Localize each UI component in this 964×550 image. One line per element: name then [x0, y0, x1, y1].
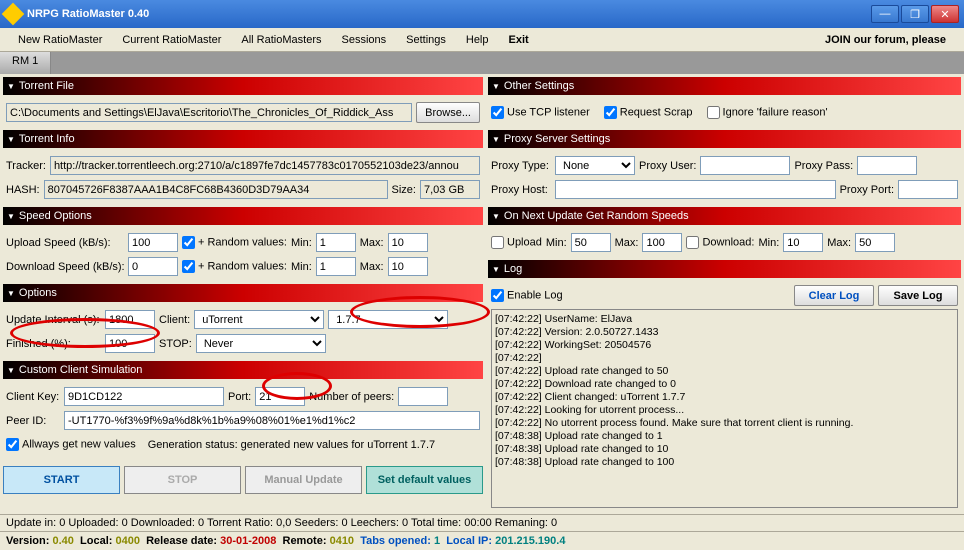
- scrap-check[interactable]: [604, 106, 617, 119]
- dnspeed-label: Download Speed (kB/s):: [6, 261, 124, 273]
- dnspeed-input[interactable]: [128, 257, 178, 276]
- minimize-button[interactable]: —: [871, 5, 899, 23]
- key-label: Client Key:: [6, 391, 60, 403]
- hdr-options[interactable]: Options: [3, 284, 483, 302]
- tracker-field: [50, 156, 480, 175]
- close-button[interactable]: ✕: [931, 5, 959, 23]
- upspeed-label: Upload Speed (kB/s):: [6, 237, 124, 249]
- finished-input[interactable]: [105, 334, 155, 353]
- rand-up-check[interactable]: [491, 236, 504, 249]
- menu-help[interactable]: Help: [456, 31, 499, 49]
- rand-dn-check[interactable]: [686, 236, 699, 249]
- proxyport-input[interactable]: [898, 180, 958, 199]
- dn-max-input[interactable]: [388, 257, 428, 276]
- titlebar: NRPG RatioMaster 0.40 — ❐ ✕: [0, 0, 964, 28]
- forum-link[interactable]: JOIN our forum, please: [815, 31, 956, 49]
- up-min-input[interactable]: [316, 233, 356, 252]
- size-label: Size:: [392, 184, 416, 196]
- stop-label: STOP:: [159, 338, 192, 350]
- menu-settings[interactable]: Settings: [396, 31, 456, 49]
- default-button[interactable]: Set default values: [366, 466, 483, 494]
- save-log-button[interactable]: Save Log: [878, 285, 958, 306]
- menu-new[interactable]: New RatioMaster: [8, 31, 112, 49]
- version-bar: Version: 0.40 Local: 0400 Release date: …: [0, 531, 964, 550]
- hdr-rand[interactable]: On Next Update Get Random Speeds: [488, 207, 961, 225]
- finished-label: Finished (%):: [6, 338, 101, 350]
- peerid-label: Peer ID:: [6, 415, 60, 427]
- peerid-input[interactable]: [64, 411, 480, 430]
- version-select[interactable]: 1.7.7: [328, 310, 448, 329]
- proxyuser-input[interactable]: [700, 156, 790, 175]
- menu-current[interactable]: Current RatioMaster: [112, 31, 231, 49]
- manual-update-button[interactable]: Manual Update: [245, 466, 362, 494]
- menubar: New RatioMaster Current RatioMaster All …: [0, 28, 964, 52]
- app-icon: [2, 3, 25, 26]
- proxypass-input[interactable]: [857, 156, 917, 175]
- tabbar: RM 1: [0, 52, 964, 74]
- port-input[interactable]: [255, 387, 305, 406]
- stop-button[interactable]: STOP: [124, 466, 241, 494]
- hdr-log[interactable]: Log: [488, 260, 961, 278]
- proxypass-label: Proxy Pass:: [794, 160, 853, 172]
- hdr-speed[interactable]: Speed Options: [3, 207, 483, 225]
- client-label: Client:: [159, 314, 190, 326]
- interval-label: Update Interval (s):: [6, 314, 101, 326]
- peers-input[interactable]: [398, 387, 448, 406]
- rand-up-min[interactable]: [571, 233, 611, 252]
- maximize-button[interactable]: ❐: [901, 5, 929, 23]
- hdr-custom[interactable]: Custom Client Simulation: [3, 361, 483, 379]
- peers-label: Number of peers:: [309, 391, 394, 403]
- port-label: Port:: [228, 391, 251, 403]
- start-button[interactable]: START: [3, 466, 120, 494]
- menu-sessions[interactable]: Sessions: [331, 31, 396, 49]
- key-input[interactable]: [64, 387, 224, 406]
- log-textarea[interactable]: [07:42:22] UserName: ElJava[07:42:22] Ve…: [491, 309, 958, 508]
- proxyhost-input[interactable]: [555, 180, 836, 199]
- rand-up-max[interactable]: [642, 233, 682, 252]
- tab-rm1[interactable]: RM 1: [0, 52, 51, 74]
- tracker-label: Tracker:: [6, 160, 46, 172]
- status-line: Update in: 0 Uploaded: 0 Downloaded: 0 T…: [0, 514, 964, 531]
- up-random-check[interactable]: [182, 236, 195, 249]
- dn-random-check[interactable]: [182, 260, 195, 273]
- hdr-torrent-info[interactable]: Torrent Info: [3, 130, 483, 148]
- rand-dn-max[interactable]: [855, 233, 895, 252]
- dn-min-input[interactable]: [316, 257, 356, 276]
- proxytype-label: Proxy Type:: [491, 160, 551, 172]
- tcp-check[interactable]: [491, 106, 504, 119]
- up-max-input[interactable]: [388, 233, 428, 252]
- hdr-proxy[interactable]: Proxy Server Settings: [488, 130, 961, 148]
- gen-status: Generation status: generated new values …: [148, 439, 435, 451]
- size-field: [420, 180, 480, 199]
- always-check[interactable]: [6, 438, 19, 451]
- proxytype-select[interactable]: None: [555, 156, 635, 175]
- proxyport-label: Proxy Port:: [840, 184, 894, 196]
- rand-dn-min[interactable]: [783, 233, 823, 252]
- browse-button[interactable]: Browse...: [416, 102, 480, 123]
- upspeed-input[interactable]: [128, 233, 178, 252]
- enable-log-check[interactable]: [491, 289, 504, 302]
- menu-all[interactable]: All RatioMasters: [231, 31, 331, 49]
- client-select[interactable]: uTorrent: [194, 310, 324, 329]
- proxyhost-label: Proxy Host:: [491, 184, 551, 196]
- ignore-check[interactable]: [707, 106, 720, 119]
- interval-input[interactable]: [105, 310, 155, 329]
- window-title: NRPG RatioMaster 0.40: [27, 8, 869, 20]
- hash-field: [44, 180, 388, 199]
- hdr-torrent-file[interactable]: Torrent File: [3, 77, 483, 95]
- proxyuser-label: Proxy User:: [639, 160, 696, 172]
- menu-exit[interactable]: Exit: [499, 31, 539, 49]
- clear-log-button[interactable]: Clear Log: [794, 285, 874, 306]
- hdr-other[interactable]: Other Settings: [488, 77, 961, 95]
- stop-select[interactable]: Never: [196, 334, 326, 353]
- hash-label: HASH:: [6, 184, 40, 196]
- torrent-path: [6, 103, 412, 122]
